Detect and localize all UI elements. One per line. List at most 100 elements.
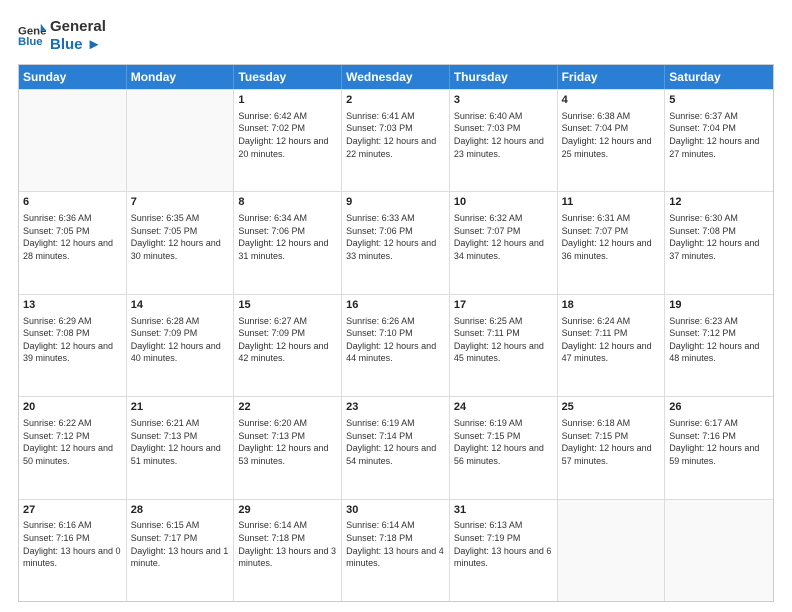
day-number: 20	[23, 400, 122, 415]
day-cell-19: 19 Sunrise: 6:23 AM Sunset: 7:12 PM Dayli…	[665, 295, 773, 396]
cell-sun-info: Sunrise: 6:23 AM Sunset: 7:12 PM Dayligh…	[669, 315, 769, 365]
day-number: 1	[238, 93, 337, 108]
day-cell-13: 13Sunrise: 6:29 AM Sunset: 7:08 PM Dayli…	[19, 295, 127, 396]
weekday-header-saturday: Saturday	[665, 65, 773, 89]
day-number: 30	[346, 503, 445, 518]
empty-cell	[127, 90, 235, 191]
empty-cell	[19, 90, 127, 191]
day-cell-31: 31Sunrise: 6:13 AM Sunset: 7:19 PM Dayli…	[450, 500, 558, 601]
cell-sun-info: Sunrise: 6:32 AM Sunset: 7:07 PM Dayligh…	[454, 212, 553, 262]
day-cell-6: 6 Sunrise: 6:36 AM Sunset: 7:05 PM Daylig…	[19, 192, 127, 293]
cell-sun-info: Sunrise: 6:22 AM Sunset: 7:12 PM Dayligh…	[23, 417, 122, 467]
cell-sun-info: Sunrise: 6:26 AM Sunset: 7:10 PM Dayligh…	[346, 315, 445, 365]
calendar-header: SundayMondayTuesdayWednesdayThursdayFrid…	[19, 65, 773, 89]
cell-sun-info: Sunrise: 6:25 AM Sunset: 7:11 PM Dayligh…	[454, 315, 553, 365]
day-cell-4: 4 Sunrise: 6:38 AM Sunset: 7:04 PM Daylig…	[558, 90, 666, 191]
day-number: 8	[238, 195, 337, 210]
day-cell-27: 27Sunrise: 6:16 AM Sunset: 7:16 PM Dayli…	[19, 500, 127, 601]
day-cell-9: 9 Sunrise: 6:33 AM Sunset: 7:06 PM Daylig…	[342, 192, 450, 293]
svg-text:Blue: Blue	[18, 36, 43, 48]
day-number: 13	[23, 298, 122, 313]
day-cell-5: 5 Sunrise: 6:37 AM Sunset: 7:04 PM Daylig…	[665, 90, 773, 191]
week-row-5: 27Sunrise: 6:16 AM Sunset: 7:16 PM Dayli…	[19, 499, 773, 601]
day-cell-16: 16 Sunrise: 6:26 AM Sunset: 7:10 PM Dayli…	[342, 295, 450, 396]
cell-sun-info: Sunrise: 6:30 AM Sunset: 7:08 PM Dayligh…	[669, 212, 769, 262]
day-number: 14	[131, 298, 230, 313]
day-cell-12: 12 Sunrise: 6:30 AM Sunset: 7:08 PM Dayli…	[665, 192, 773, 293]
cell-sun-info: Sunrise: 6:19 AM Sunset: 7:14 PM Dayligh…	[346, 417, 445, 467]
day-number: 12	[669, 195, 769, 210]
calendar: SundayMondayTuesdayWednesdayThursdayFrid…	[18, 64, 774, 602]
week-row-2: 6 Sunrise: 6:36 AM Sunset: 7:05 PM Daylig…	[19, 191, 773, 293]
day-cell-3: 3 Sunrise: 6:40 AM Sunset: 7:03 PM Daylig…	[450, 90, 558, 191]
day-number: 6	[23, 195, 122, 210]
week-row-4: 20 Sunrise: 6:22 AM Sunset: 7:12 PM Dayli…	[19, 396, 773, 498]
day-cell-21: 21 Sunrise: 6:21 AM Sunset: 7:13 PM Dayli…	[127, 397, 235, 498]
logo-general: General	[50, 18, 106, 36]
weekday-header-sunday: Sunday	[19, 65, 127, 89]
cell-sun-info: Sunrise: 6:21 AM Sunset: 7:13 PM Dayligh…	[131, 417, 230, 467]
day-number: 21	[131, 400, 230, 415]
day-cell-18: 18 Sunrise: 6:24 AM Sunset: 7:11 PM Dayli…	[558, 295, 666, 396]
week-row-1: 1Sunrise: 6:42 AM Sunset: 7:02 PM Daylig…	[19, 89, 773, 191]
day-cell-29: 29Sunrise: 6:14 AM Sunset: 7:18 PM Dayli…	[234, 500, 342, 601]
day-cell-30: 30Sunrise: 6:14 AM Sunset: 7:18 PM Dayli…	[342, 500, 450, 601]
logo-icon: General Blue	[18, 22, 46, 50]
cell-sun-info: Sunrise: 6:40 AM Sunset: 7:03 PM Dayligh…	[454, 110, 553, 160]
page-header: General Blue General Blue ►	[18, 18, 774, 54]
day-cell-10: 10Sunrise: 6:32 AM Sunset: 7:07 PM Dayli…	[450, 192, 558, 293]
weekday-header-thursday: Thursday	[450, 65, 558, 89]
day-cell-26: 26 Sunrise: 6:17 AM Sunset: 7:16 PM Dayli…	[665, 397, 773, 498]
day-number: 2	[346, 93, 445, 108]
day-cell-14: 14 Sunrise: 6:28 AM Sunset: 7:09 PM Dayli…	[127, 295, 235, 396]
day-cell-22: 22 Sunrise: 6:20 AM Sunset: 7:13 PM Dayli…	[234, 397, 342, 498]
day-number: 18	[562, 298, 661, 313]
day-number: 3	[454, 93, 553, 108]
logo-blue: Blue ►	[50, 36, 106, 54]
cell-sun-info: Sunrise: 6:16 AM Sunset: 7:16 PM Dayligh…	[23, 519, 122, 569]
day-cell-23: 23 Sunrise: 6:19 AM Sunset: 7:14 PM Dayli…	[342, 397, 450, 498]
cell-sun-info: Sunrise: 6:37 AM Sunset: 7:04 PM Dayligh…	[669, 110, 769, 160]
cell-sun-info: Sunrise: 6:36 AM Sunset: 7:05 PM Dayligh…	[23, 212, 122, 262]
day-cell-20: 20 Sunrise: 6:22 AM Sunset: 7:12 PM Dayli…	[19, 397, 127, 498]
cell-sun-info: Sunrise: 6:27 AM Sunset: 7:09 PM Dayligh…	[238, 315, 337, 365]
day-number: 22	[238, 400, 337, 415]
day-cell-15: 15 Sunrise: 6:27 AM Sunset: 7:09 PM Dayli…	[234, 295, 342, 396]
day-number: 17	[454, 298, 553, 313]
day-number: 5	[669, 93, 769, 108]
empty-cell	[665, 500, 773, 601]
cell-sun-info: Sunrise: 6:18 AM Sunset: 7:15 PM Dayligh…	[562, 417, 661, 467]
day-cell-24: 24Sunrise: 6:19 AM Sunset: 7:15 PM Dayli…	[450, 397, 558, 498]
cell-sun-info: Sunrise: 6:20 AM Sunset: 7:13 PM Dayligh…	[238, 417, 337, 467]
day-number: 29	[238, 503, 337, 518]
day-cell-25: 25Sunrise: 6:18 AM Sunset: 7:15 PM Dayli…	[558, 397, 666, 498]
cell-sun-info: Sunrise: 6:34 AM Sunset: 7:06 PM Dayligh…	[238, 212, 337, 262]
cell-sun-info: Sunrise: 6:33 AM Sunset: 7:06 PM Dayligh…	[346, 212, 445, 262]
weekday-header-monday: Monday	[127, 65, 235, 89]
cell-sun-info: Sunrise: 6:13 AM Sunset: 7:19 PM Dayligh…	[454, 519, 553, 569]
day-number: 9	[346, 195, 445, 210]
day-number: 19	[669, 298, 769, 313]
cell-sun-info: Sunrise: 6:14 AM Sunset: 7:18 PM Dayligh…	[238, 519, 337, 569]
day-number: 16	[346, 298, 445, 313]
day-number: 4	[562, 93, 661, 108]
day-cell-11: 11 Sunrise: 6:31 AM Sunset: 7:07 PM Dayli…	[558, 192, 666, 293]
day-number: 15	[238, 298, 337, 313]
day-number: 27	[23, 503, 122, 518]
cell-sun-info: Sunrise: 6:24 AM Sunset: 7:11 PM Dayligh…	[562, 315, 661, 365]
cell-sun-info: Sunrise: 6:38 AM Sunset: 7:04 PM Dayligh…	[562, 110, 661, 160]
cell-sun-info: Sunrise: 6:31 AM Sunset: 7:07 PM Dayligh…	[562, 212, 661, 262]
day-number: 7	[131, 195, 230, 210]
day-number: 11	[562, 195, 661, 210]
day-number: 31	[454, 503, 553, 518]
day-number: 23	[346, 400, 445, 415]
day-number: 26	[669, 400, 769, 415]
weekday-header-wednesday: Wednesday	[342, 65, 450, 89]
cell-sun-info: Sunrise: 6:17 AM Sunset: 7:16 PM Dayligh…	[669, 417, 769, 467]
day-cell-1: 1Sunrise: 6:42 AM Sunset: 7:02 PM Daylig…	[234, 90, 342, 191]
week-row-3: 13Sunrise: 6:29 AM Sunset: 7:08 PM Dayli…	[19, 294, 773, 396]
cell-sun-info: Sunrise: 6:15 AM Sunset: 7:17 PM Dayligh…	[131, 519, 230, 569]
cell-sun-info: Sunrise: 6:28 AM Sunset: 7:09 PM Dayligh…	[131, 315, 230, 365]
day-cell-2: 2Sunrise: 6:41 AM Sunset: 7:03 PM Daylig…	[342, 90, 450, 191]
cell-sun-info: Sunrise: 6:19 AM Sunset: 7:15 PM Dayligh…	[454, 417, 553, 467]
